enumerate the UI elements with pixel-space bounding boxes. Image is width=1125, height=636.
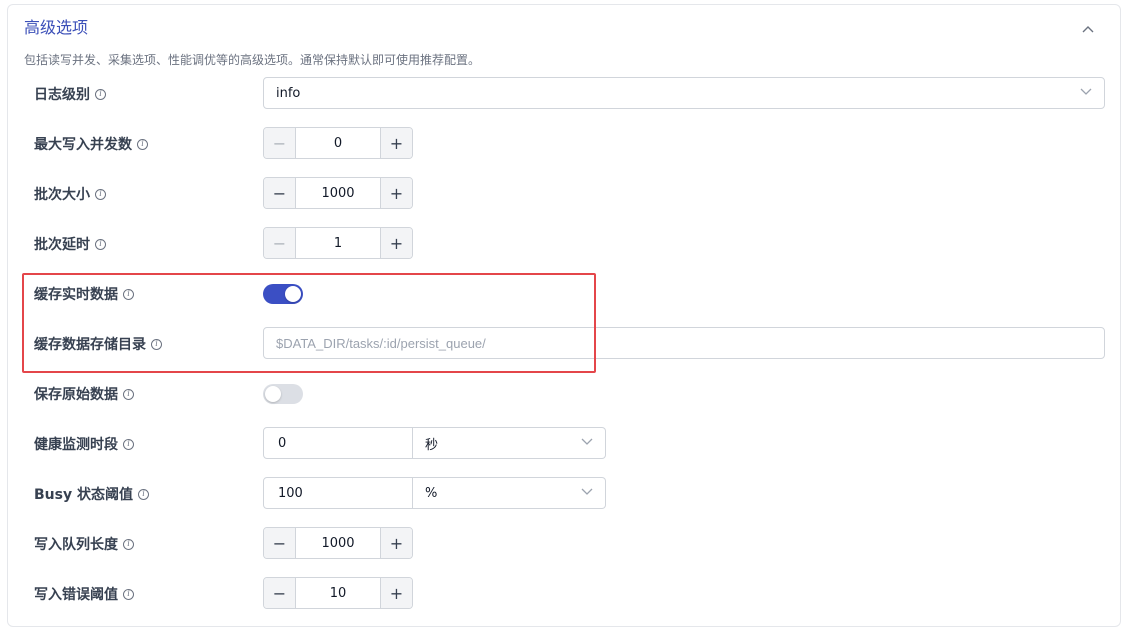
health-period-combo: 0 秒	[263, 427, 606, 459]
info-icon[interactable]: i	[95, 188, 106, 200]
decrement-button[interactable]: −	[264, 178, 296, 208]
batch-delay-label: 批次延时 i	[34, 227, 106, 261]
write-error-threshold-input[interactable]: 10	[296, 578, 380, 608]
increment-button[interactable]: +	[380, 578, 412, 608]
health-period-unit-select[interactable]: 秒	[413, 427, 606, 459]
write-error-threshold-label: 写入错误阈值 i	[34, 577, 134, 611]
decrement-button[interactable]: −	[264, 578, 296, 608]
busy-threshold-combo: 100 %	[263, 477, 606, 509]
log-level-value: info	[276, 85, 301, 101]
save-raw-label: 保存原始数据 i	[34, 377, 134, 411]
busy-threshold-unit-select[interactable]: %	[413, 477, 606, 509]
save-raw-toggle[interactable]	[263, 384, 303, 404]
max-write-concurrency-label: 最大写入并发数 i	[34, 127, 148, 161]
row-write-queue-length: 写入队列长度 i − 1000 +	[8, 527, 1122, 561]
advanced-options-panel: 高级选项 包括读写并发、采集选项、性能调优等的高级选项。通常保持默认即可使用推荐…	[7, 4, 1121, 627]
chevron-down-icon	[1080, 88, 1092, 95]
toggle-knob	[265, 386, 281, 402]
row-batch-delay: 批次延时 i − 1 +	[8, 227, 1122, 261]
section-title: 高级选项	[24, 18, 89, 37]
max-write-concurrency-input[interactable]: 0	[296, 128, 380, 158]
info-icon[interactable]: i	[123, 438, 134, 450]
info-icon[interactable]: i	[123, 288, 134, 300]
batch-delay-stepper: − 1 +	[263, 227, 413, 259]
write-queue-length-input[interactable]: 1000	[296, 528, 380, 558]
increment-button[interactable]: +	[380, 528, 412, 558]
increment-button[interactable]: +	[380, 228, 412, 258]
busy-threshold-label: Busy 状态阈值 i	[34, 477, 149, 511]
cache-dir-input[interactable]	[263, 327, 1105, 359]
decrement-button[interactable]: −	[264, 228, 296, 258]
info-icon[interactable]: i	[95, 88, 106, 100]
health-period-input[interactable]: 0	[263, 427, 413, 459]
chevron-up-icon	[1082, 26, 1094, 33]
log-level-select[interactable]: info	[263, 77, 1105, 109]
row-busy-threshold: Busy 状态阈值 i 100 %	[8, 477, 1122, 511]
info-icon[interactable]: i	[137, 138, 148, 150]
info-icon[interactable]: i	[151, 338, 162, 350]
row-health-period: 健康监测时段 i 0 秒	[8, 427, 1122, 461]
chevron-down-icon	[581, 438, 593, 445]
unit-value: %	[425, 485, 438, 501]
info-icon[interactable]: i	[123, 388, 134, 400]
cache-realtime-label: 缓存实时数据 i	[34, 277, 134, 311]
increment-button[interactable]: +	[380, 128, 412, 158]
write-error-threshold-stepper: − 10 +	[263, 577, 413, 609]
row-save-raw: 保存原始数据 i	[8, 377, 1122, 411]
cache-dir-label: 缓存数据存储目录 i	[34, 327, 162, 361]
info-icon[interactable]: i	[123, 588, 134, 600]
log-level-label: 日志级别 i	[34, 77, 106, 111]
write-queue-length-label: 写入队列长度 i	[34, 527, 134, 561]
info-icon[interactable]: i	[137, 488, 149, 500]
chevron-down-icon	[581, 488, 593, 495]
row-max-write-concurrency: 最大写入并发数 i − 0 +	[8, 127, 1122, 161]
batch-size-input[interactable]: 1000	[296, 178, 380, 208]
batch-size-label: 批次大小 i	[34, 177, 106, 211]
collapse-button[interactable]	[1076, 17, 1100, 41]
section-description: 包括读写并发、采集选项、性能调优等的高级选项。通常保持默认即可使用推荐配置。	[24, 53, 481, 67]
decrement-button[interactable]: −	[264, 128, 296, 158]
row-write-error-threshold: 写入错误阈值 i − 10 +	[8, 577, 1122, 611]
batch-size-stepper: − 1000 +	[263, 177, 413, 209]
write-queue-length-stepper: − 1000 +	[263, 527, 413, 559]
health-period-label: 健康监测时段 i	[34, 427, 134, 461]
row-log-level: 日志级别 i info	[8, 77, 1122, 111]
increment-button[interactable]: +	[380, 178, 412, 208]
batch-delay-input[interactable]: 1	[296, 228, 380, 258]
row-cache-dir: 缓存数据存储目录 i	[8, 327, 1122, 361]
toggle-knob	[285, 286, 301, 302]
info-icon[interactable]: i	[95, 238, 106, 250]
max-write-concurrency-stepper: − 0 +	[263, 127, 413, 159]
row-cache-realtime: 缓存实时数据 i	[8, 277, 1122, 311]
info-icon[interactable]: i	[123, 538, 134, 550]
decrement-button[interactable]: −	[264, 528, 296, 558]
row-batch-size: 批次大小 i − 1000 +	[8, 177, 1122, 211]
busy-threshold-input[interactable]: 100	[263, 477, 413, 509]
unit-value: 秒	[425, 437, 439, 453]
cache-realtime-toggle[interactable]	[263, 284, 303, 304]
